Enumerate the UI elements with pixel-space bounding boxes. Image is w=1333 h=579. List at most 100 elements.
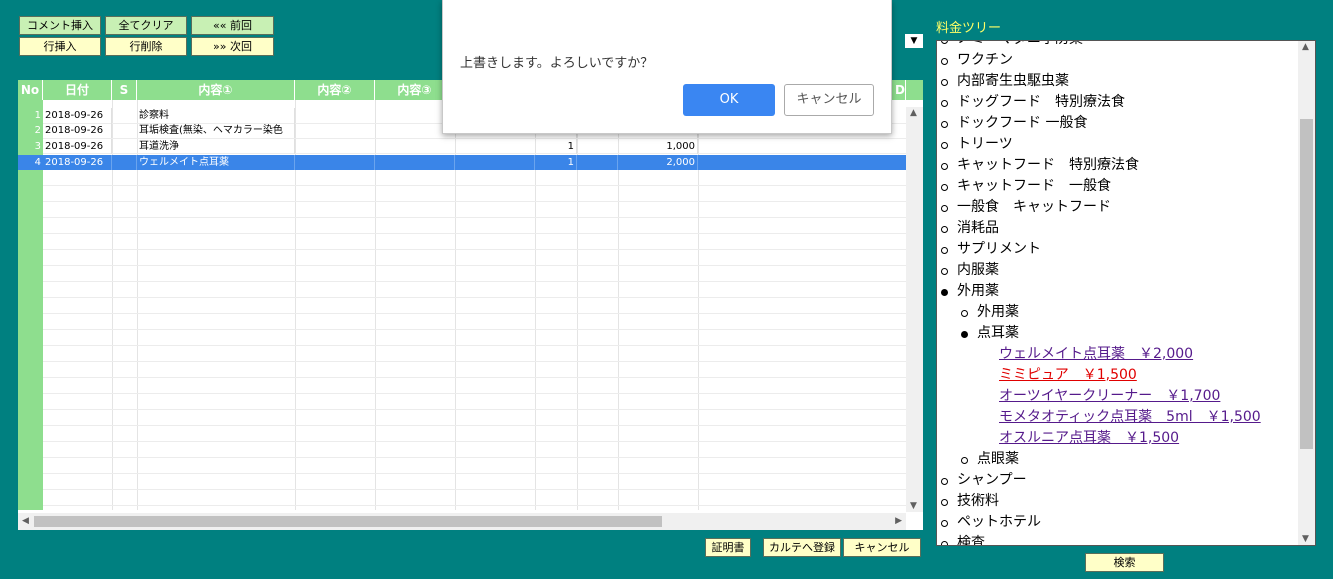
col6-cell[interactable] (455, 155, 535, 170)
next-button[interactable]: »» 次回 (191, 37, 274, 56)
tree-item[interactable]: 点眼薬 (937, 449, 1299, 470)
tree-item[interactable]: ミミピュア ￥1,500 (937, 365, 1299, 386)
tree-item-label: 技術料 (957, 493, 999, 509)
tree-item[interactable]: ワクチン (937, 50, 1299, 71)
search-button[interactable]: 検索 (1085, 553, 1164, 572)
content3-cell[interactable] (375, 155, 455, 170)
col8-cell[interactable] (577, 155, 618, 170)
tree-item[interactable]: オーツイヤークリーナー ￥1,700 (937, 386, 1299, 407)
tree-item[interactable]: 内服薬 (937, 260, 1299, 281)
tree-item[interactable]: 点耳薬 (937, 323, 1299, 344)
tree-item-link[interactable]: ミミピュア ￥1,500 (999, 365, 1137, 386)
clear-all-button[interactable]: 全てクリア (105, 16, 187, 35)
tree-item[interactable]: シャンプー (937, 470, 1299, 491)
circle-bullet-icon (941, 268, 948, 275)
tree-item[interactable]: ノミ・マダニ予防薬 (937, 41, 1299, 50)
tree-item-link[interactable]: モメタオティック点耳薬 5ml ￥1,500 (999, 407, 1261, 428)
tree-item-label: 内部寄生虫駆虫薬 (957, 73, 1069, 89)
tree-item-label: 外用薬 (977, 304, 1019, 320)
tree-item[interactable]: 外用薬 (937, 281, 1299, 302)
tree-item[interactable]: 検査 (937, 533, 1299, 545)
comment-insert-button[interactable]: コメント挿入 (19, 16, 101, 35)
tree-item-label: 内服薬 (957, 262, 999, 278)
dropdown-arrow-icon[interactable]: ▼ (905, 34, 923, 48)
dialog-message: 上書きします。よろしいですか？ (460, 56, 654, 71)
grid-horizontal-scrollbar[interactable]: ◀ ▶ (18, 513, 906, 530)
tree-item[interactable]: ドッグフード 特別療法食 (937, 92, 1299, 113)
dialog-cancel-button[interactable]: キャンセル (784, 84, 874, 116)
scroll-right-icon[interactable]: ▶ (895, 515, 902, 527)
row-number: 3 (34, 141, 41, 152)
content2-cell[interactable] (295, 155, 375, 170)
tree-item[interactable]: 技術料 (937, 491, 1299, 512)
prev-button[interactable]: «« 前回 (191, 16, 274, 35)
scroll-left-icon[interactable]: ◀ (22, 515, 29, 527)
cancel-button[interactable]: キャンセル (843, 538, 921, 557)
circle-bullet-icon (941, 100, 948, 107)
scroll-thumb[interactable] (34, 516, 662, 527)
date-cell[interactable]: 2018-09-26 (43, 139, 112, 154)
table-row-selected[interactable]: 4 2018-09-26 ウェルメイト点耳薬 1 2,000 (18, 155, 906, 170)
tree-item-link[interactable]: オーツイヤークリーナー ￥1,700 (999, 386, 1220, 407)
tree-item[interactable]: ウェルメイト点耳薬 ￥2,000 (937, 344, 1299, 365)
content1-cell[interactable]: 診察料 (137, 108, 295, 123)
tree-item[interactable]: 内部寄生虫駆虫薬 (937, 71, 1299, 92)
tree-item-label: サプリメント (957, 241, 1041, 257)
tree-item-link[interactable]: オスルニア点耳薬 ￥1,500 (999, 428, 1179, 449)
circle-bullet-icon (941, 142, 948, 149)
tree-scroll-thumb[interactable] (1300, 119, 1313, 449)
disc-bullet-icon (941, 289, 948, 296)
row-insert-button[interactable]: 行挿入 (19, 37, 101, 56)
tree-scroll-up-icon[interactable]: ▲ (1302, 41, 1309, 53)
ok-button[interactable]: OK (683, 84, 775, 116)
tree-item[interactable]: モメタオティック点耳薬 5ml ￥1,500 (937, 407, 1299, 428)
price-cell[interactable]: 2,000 (618, 155, 698, 170)
tree-item-label: ドックフード 一般食 (957, 115, 1088, 131)
certificate-button[interactable]: 証明書 (705, 538, 751, 557)
tree-item-link[interactable]: ウェルメイト点耳薬 ￥2,000 (999, 344, 1193, 365)
tree-item[interactable]: サプリメント (937, 239, 1299, 260)
tree-vertical-scrollbar[interactable]: ▲ ▼ (1298, 41, 1315, 545)
tree-item[interactable]: 外用薬 (937, 302, 1299, 323)
circle-bullet-icon (941, 163, 948, 170)
register-to-chart-button[interactable]: カルテへ登録 (763, 538, 841, 557)
table-row[interactable]: 3 2018-09-26 耳道洗浄 1 1,000 (18, 139, 906, 154)
row-delete-button[interactable]: 行削除 (105, 37, 187, 56)
s-cell[interactable] (112, 155, 137, 170)
content1-cell[interactable]: ウェルメイト点耳薬 (137, 155, 295, 170)
tree-item[interactable]: キャットフード 一般食 (937, 176, 1299, 197)
circle-bullet-icon (941, 520, 948, 527)
tree-item-label: キャットフード 特別療法食 (957, 157, 1139, 173)
price-cell[interactable]: 1,000 (618, 139, 698, 154)
scroll-up-icon[interactable]: ▲ (910, 107, 917, 119)
tree-item[interactable]: 一般食 キャットフード (937, 197, 1299, 218)
tree-item-label: 外用薬 (957, 283, 999, 299)
date-cell[interactable]: 2018-09-26 (43, 155, 112, 170)
tree-item-label: トリーツ (957, 136, 1013, 152)
qty-cell[interactable]: 1 (535, 155, 577, 170)
tree-item[interactable]: トリーツ (937, 134, 1299, 155)
scroll-down-icon[interactable]: ▼ (910, 500, 917, 512)
qty-cell[interactable]: 1 (535, 139, 577, 154)
content1-cell[interactable]: 耳垢検査(無染、ヘマカラー染色 (137, 123, 295, 138)
header-d: D (895, 80, 906, 100)
header-content2: 内容② (295, 80, 375, 100)
confirm-dialog: 上書きします。よろしいですか？ OK キャンセル (442, 0, 892, 134)
tree-item[interactable]: ペットホテル (937, 512, 1299, 533)
tree-item[interactable]: オスルニア点耳薬 ￥1,500 (937, 428, 1299, 449)
content1-cell[interactable]: 耳道洗浄 (137, 139, 295, 154)
row-number: 4 (34, 157, 41, 168)
date-cell[interactable]: 2018-09-26 (43, 108, 112, 123)
date-cell[interactable]: 2018-09-26 (43, 123, 112, 138)
tree-item[interactable]: キャットフード 特別療法食 (937, 155, 1299, 176)
tree-item[interactable]: ドックフード 一般食 (937, 113, 1299, 134)
tree-item-label: 点耳薬 (977, 325, 1019, 341)
circle-bullet-icon (941, 205, 948, 212)
tree-scroll-down-icon[interactable]: ▼ (1302, 533, 1309, 545)
grid-vertical-scrollbar[interactable]: ▲ ▼ (906, 107, 923, 512)
circle-bullet-icon (961, 457, 968, 464)
tree-item[interactable]: 消耗品 (937, 218, 1299, 239)
header-s: S (112, 80, 137, 100)
tree-item-label: ドッグフード 特別療法食 (957, 94, 1125, 110)
circle-bullet-icon (941, 184, 948, 191)
